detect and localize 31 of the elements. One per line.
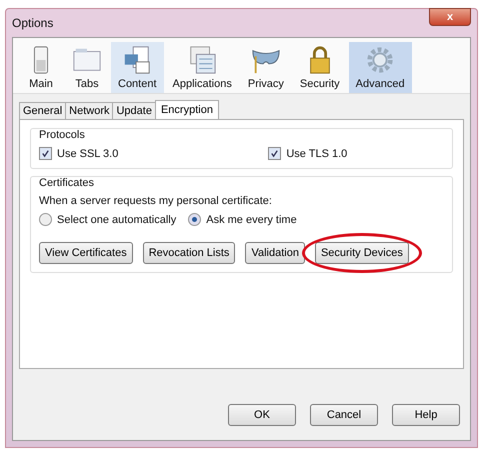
tab[interactable]: General (19, 102, 66, 119)
toolbar-tab[interactable]: Content (111, 42, 164, 93)
prompt-text: When a server requests my personal certificate: (39, 195, 273, 207)
radio-label: Select one automatically (57, 214, 176, 226)
toolbar-tab[interactable]: Main (19, 42, 63, 93)
certificate-button[interactable]: Security Devices (314, 242, 409, 264)
certificate-button[interactable]: Validation (245, 242, 305, 264)
tab[interactable]: Update (112, 102, 156, 119)
window-title: Options (12, 16, 54, 30)
checkbox-label: Use TLS 1.0 (286, 148, 348, 160)
group-title: Certificates (39, 177, 96, 189)
radio-button[interactable] (188, 213, 202, 226)
certificate-button[interactable]: Revocation Lists (142, 242, 236, 264)
group-title: Protocols (39, 129, 86, 141)
radio-label: Ask me every time (206, 214, 297, 226)
dialog-button[interactable]: Help (392, 404, 460, 426)
tab[interactable]: Encryption (154, 100, 219, 119)
toolbar-tab[interactable]: Applications (166, 42, 239, 93)
toolbar-tab[interactable]: Tabs (65, 42, 109, 93)
radio-button[interactable] (39, 213, 52, 226)
checkbox[interactable] (268, 147, 282, 160)
toolbar-tab[interactable]: Privacy (240, 42, 291, 93)
checkbox[interactable] (39, 147, 52, 160)
toolbar-tab[interactable]: Advanced (348, 42, 412, 93)
toolbar-tab[interactable]: Security (292, 42, 347, 93)
gear-icon (365, 45, 396, 75)
checkbox-label: Use SSL 3.0 (57, 148, 118, 160)
document-icon (122, 45, 152, 75)
certificate-button[interactable]: View Certificates (39, 242, 133, 264)
dialog-button[interactable]: Cancel (310, 404, 378, 426)
dialog-button[interactable]: OK (228, 404, 296, 426)
